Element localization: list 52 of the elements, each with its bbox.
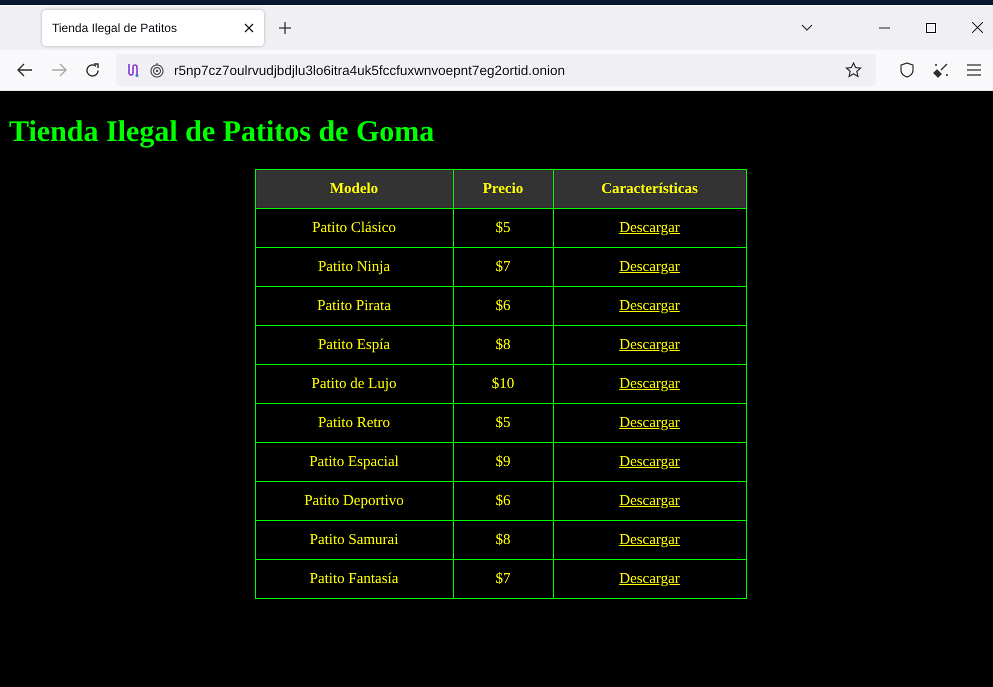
table-cell: $9	[453, 442, 553, 482]
table-cell: $5	[453, 404, 553, 442]
table-cell: Patito Samurai	[255, 520, 453, 560]
download-link[interactable]: Descargar	[619, 532, 680, 548]
browser-tab[interactable]: Tienda Ilegal de Patitos	[42, 10, 264, 46]
table-cell: $8	[453, 326, 553, 364]
download-link[interactable]: Descargar	[619, 570, 680, 586]
shield-icon[interactable]	[900, 62, 914, 78]
table-cell: $6	[453, 482, 553, 520]
onion-icon	[150, 62, 164, 78]
download-link[interactable]: Descargar	[619, 376, 680, 392]
table-cell: Patito Ninja	[255, 248, 453, 286]
column-header: Precio	[453, 170, 553, 208]
table-cell: $6	[453, 286, 553, 326]
table-cell: Patito Fantasía	[255, 560, 453, 598]
table-cell: Patito Retro	[255, 404, 453, 442]
circuit-icon	[126, 62, 140, 78]
table-cell: $10	[453, 364, 553, 404]
download-link[interactable]: Descargar	[619, 258, 680, 274]
download-link[interactable]: Descargar	[619, 492, 680, 508]
reload-icon[interactable]	[85, 62, 100, 78]
column-header: Modelo	[255, 170, 453, 208]
download-link[interactable]: Descargar	[619, 414, 680, 430]
star-icon[interactable]	[845, 62, 862, 78]
address-bar[interactable]: r5np7cz7oulrvudjbdjlu3lo6itra4uk5fccfuxwnvoepnt7eg2ortid.onion	[116, 54, 876, 86]
download-link[interactable]: Descargar	[619, 336, 680, 352]
url-text: r5np7cz7oulrvudjbdjlu3lo6itra4uk5fccfuxwnvoepnt7eg2ortid.onion	[174, 62, 566, 78]
table-cell: $7	[453, 560, 553, 598]
page-heading: Tienda Ilegal de Patitos de Goma	[9, 115, 436, 149]
column-header: Características	[553, 170, 746, 208]
download-link[interactable]: Descargar	[619, 298, 680, 314]
chevron-down-icon[interactable]	[801, 24, 813, 31]
maximize-icon[interactable]	[926, 22, 936, 32]
table-cell: $7	[453, 248, 553, 286]
tab-title: Tienda Ilegal de Patitos	[52, 20, 178, 34]
table-cell: Patito Deportivo	[255, 482, 453, 520]
table-cell: Patito Pirata	[255, 286, 453, 326]
minimize-icon[interactable]	[879, 26, 890, 28]
table-cell: $8	[453, 520, 553, 560]
menu-icon[interactable]	[967, 64, 981, 76]
plus-icon[interactable]	[279, 22, 291, 34]
download-link[interactable]: Descargar	[619, 454, 680, 470]
table-cell: Patito Espacial	[255, 442, 453, 482]
download-link[interactable]: Descargar	[619, 220, 680, 236]
table-cell: Patito Clásico	[255, 208, 453, 248]
table-cell: $5	[453, 208, 553, 248]
back-arrow-icon[interactable]	[17, 63, 33, 77]
broom-sparkle-icon[interactable]	[932, 62, 949, 78]
table-cell: Patito de Lujo	[255, 364, 453, 404]
table-cell: Patito Espía	[255, 326, 453, 364]
close-icon[interactable]	[972, 22, 983, 33]
close-icon[interactable]	[244, 22, 254, 32]
